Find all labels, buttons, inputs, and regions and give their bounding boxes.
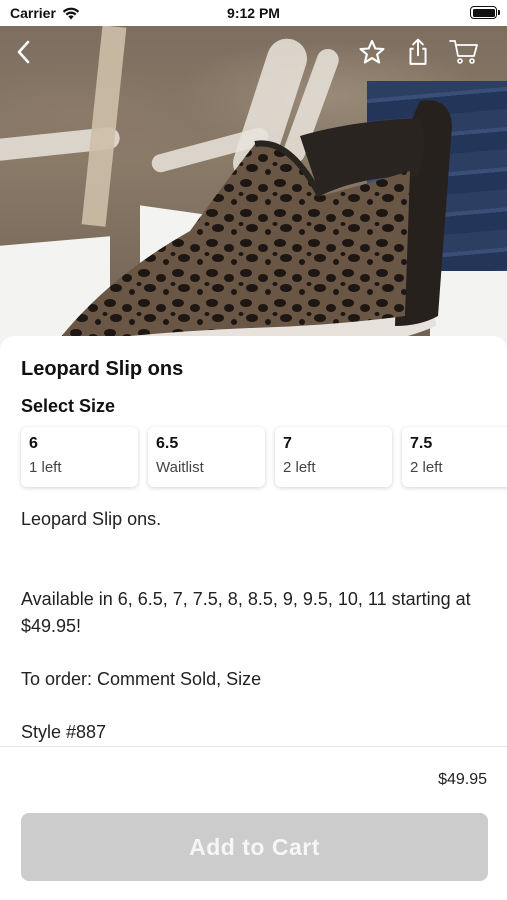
product-description: Leopard Slip ons. Available in 6, 6.5, 7… <box>21 506 491 746</box>
product-details-sheet: Leopard Slip ons Select Size 6 1 left 6.… <box>0 336 507 746</box>
leopard-shoe <box>40 100 452 356</box>
favorite-button[interactable] <box>356 36 388 68</box>
description-line: Leopard Slip ons. <box>21 509 162 529</box>
status-time: 9:12 PM <box>227 5 280 21</box>
size-option[interactable]: 6.5 Waitlist <box>148 427 265 487</box>
add-to-cart-button[interactable]: Add to Cart <box>21 813 488 881</box>
size-option[interactable]: 6 1 left <box>21 427 138 487</box>
size-stock: 2 left <box>410 459 443 476</box>
size-stock: 1 left <box>29 459 62 476</box>
share-button[interactable] <box>402 36 434 68</box>
size-value: 7.5 <box>410 435 433 452</box>
star-icon <box>359 39 385 64</box>
select-size-label: Select Size <box>21 396 116 416</box>
status-bar: Carrier 9:12 PM <box>0 0 507 26</box>
battery-icon <box>470 6 500 19</box>
size-value: 6.5 <box>156 435 179 452</box>
description-line <box>21 559 491 586</box>
cart-icon <box>449 40 478 64</box>
share-icon <box>409 38 427 65</box>
product-title: Leopard Slip ons <box>21 358 184 380</box>
product-image[interactable] <box>0 26 507 356</box>
size-option[interactable]: 7.5 2 left <box>402 427 507 487</box>
back-chevron-icon <box>17 40 30 64</box>
cart-button[interactable] <box>448 36 480 68</box>
size-stock: Waitlist <box>156 459 204 476</box>
description-line: To order: Comment Sold, Size <box>21 669 262 689</box>
description-line: Available in 6, 6.5, 7, 7.5, 8, 8.5, 9, … <box>21 589 471 636</box>
size-selector: 6 1 left 6.5 Waitlist 7 2 left 7.5 2 lef… <box>21 427 507 487</box>
size-value: 6 <box>29 435 38 452</box>
back-button[interactable] <box>8 36 40 68</box>
size-option[interactable]: 7 2 left <box>275 427 392 487</box>
price-label: $49.95 <box>438 771 487 788</box>
size-stock: 2 left <box>283 459 316 476</box>
description-line: Style #887 <box>21 722 107 742</box>
size-value: 7 <box>283 435 292 452</box>
purchase-footer: $49.95 Add to Cart <box>0 746 507 900</box>
